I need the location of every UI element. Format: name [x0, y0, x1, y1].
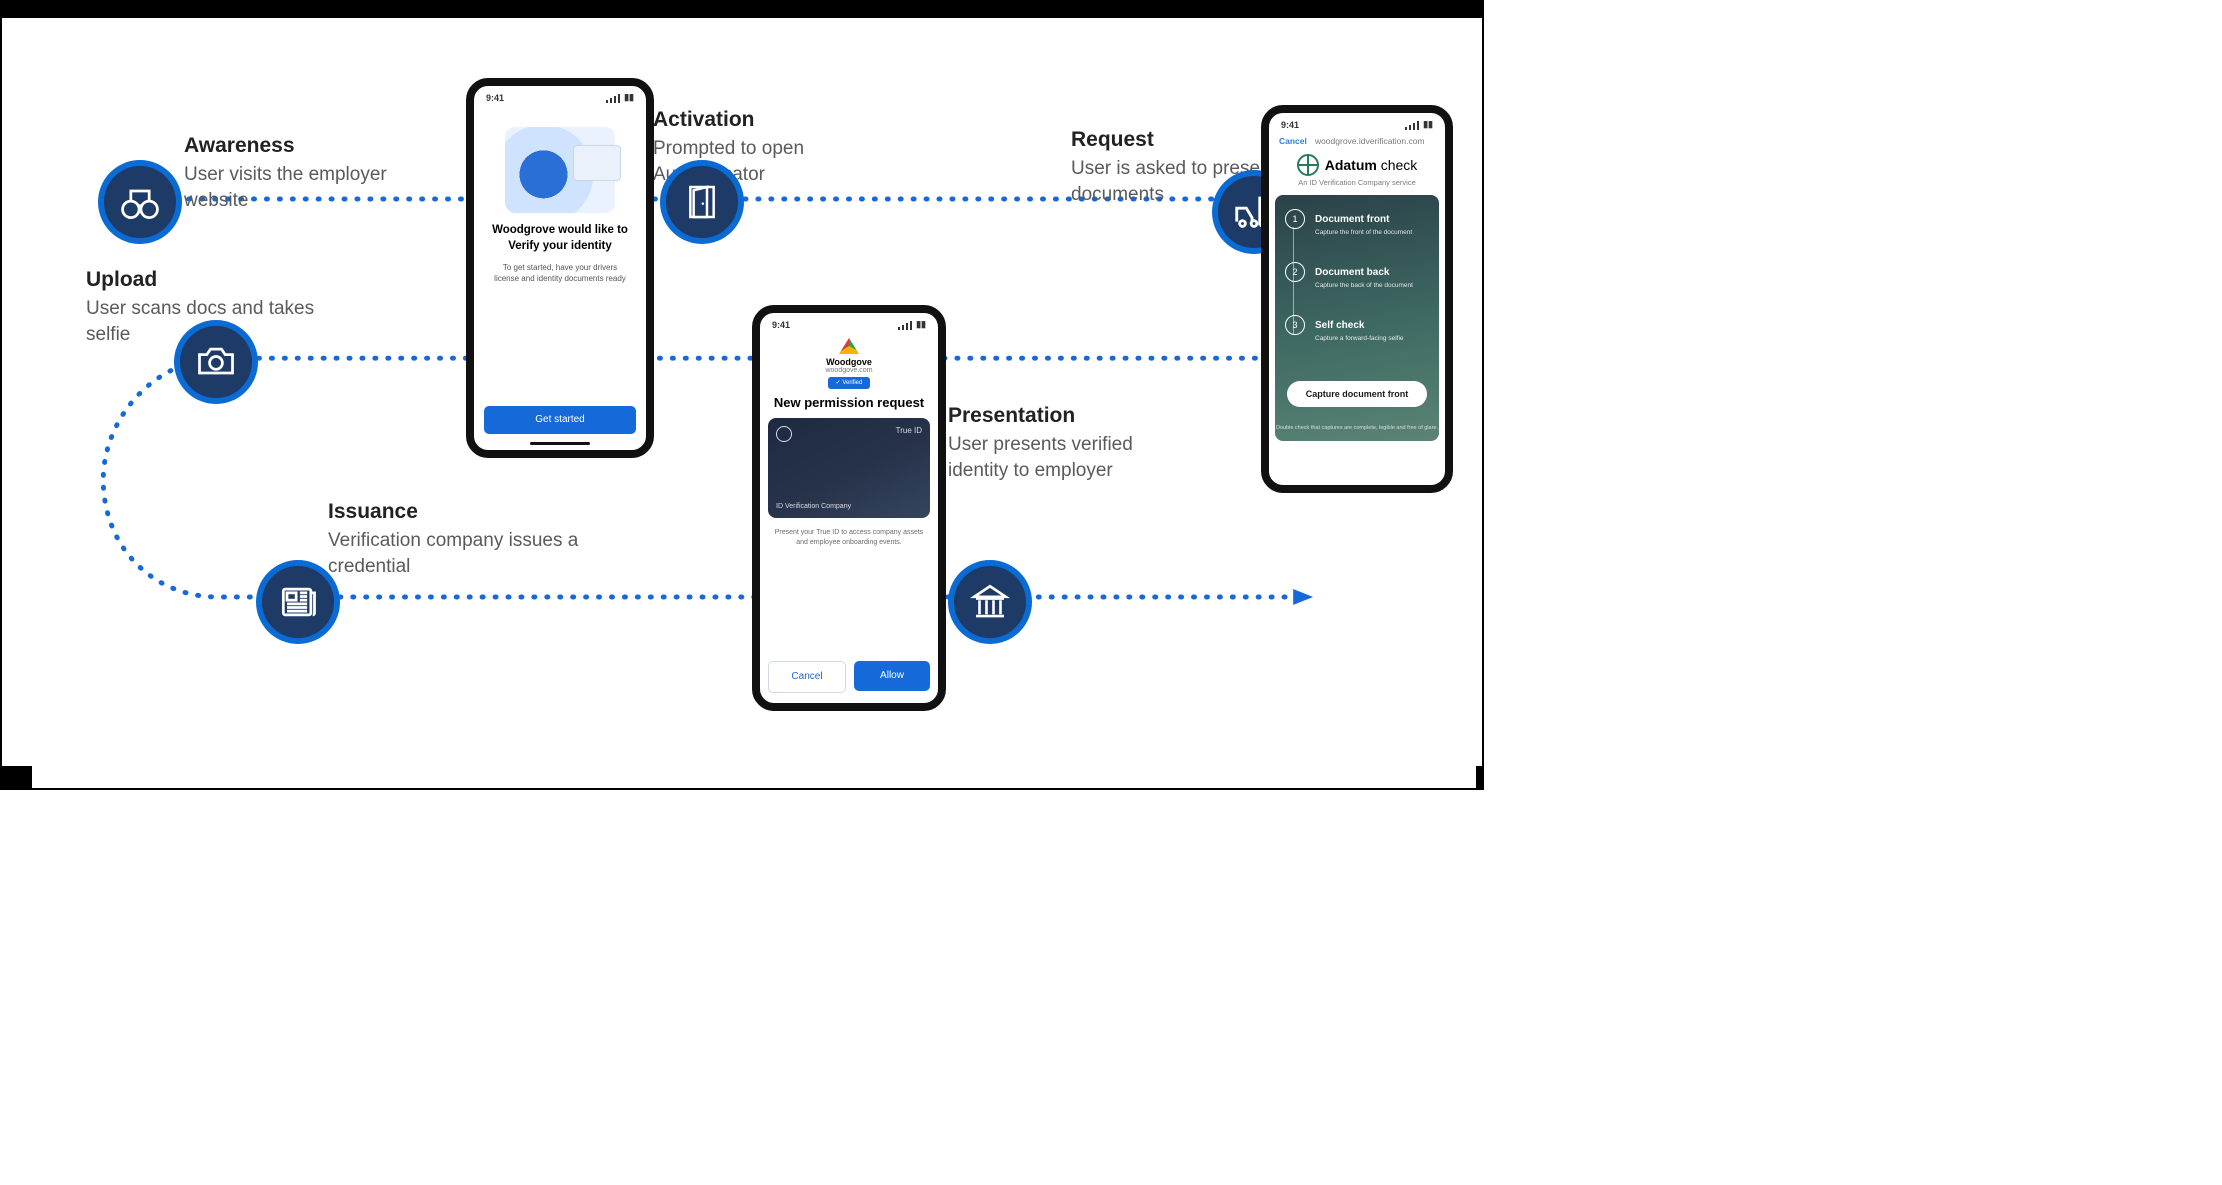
presentation-node: [948, 560, 1032, 644]
card-issuer: ID Verification Company: [776, 503, 851, 510]
phone-presentation: 9:41 ▮▮ Woodgove woodgove.com ✓ Verified…: [752, 305, 946, 711]
step-desc: User presents verified identity to emplo…: [948, 434, 1133, 481]
status-indicators-icon: ▮▮: [898, 319, 926, 330]
capture-button[interactable]: Capture document front: [1287, 381, 1427, 407]
step-issuance: Issuance Verification company issues a c…: [328, 498, 588, 580]
capture-step: 2Document backCapture the back of the do…: [1285, 262, 1429, 289]
capture-step: 3Self checkCapture a forward-facing self…: [1285, 315, 1429, 342]
issuance-node: [256, 560, 340, 644]
onboarding-illustration: [505, 127, 615, 213]
card-title: True ID: [896, 426, 922, 435]
status-time: 9:41: [1281, 120, 1299, 130]
brand-name: Adatum: [1325, 157, 1377, 173]
brand-subtitle: An ID Verification Company service: [1269, 178, 1445, 187]
verified-badge: ✓ Verified: [828, 377, 870, 389]
globe-icon: [776, 426, 792, 442]
brand-domain: woodgove.com: [760, 367, 938, 374]
phone-request: 9:41 ▮▮ Cancel woodgrove.idverification.…: [1261, 105, 1453, 493]
allow-button[interactable]: Allow: [854, 661, 930, 691]
binoculars-icon: [118, 180, 162, 224]
step-title: Awareness: [184, 132, 394, 160]
permission-heading: New permission request: [768, 395, 930, 410]
activation-node: [660, 160, 744, 244]
phone-statusbar: 9:41 ▮▮: [474, 86, 646, 105]
get-started-button[interactable]: Get started: [484, 406, 636, 434]
cancel-link[interactable]: Cancel: [1279, 136, 1307, 146]
phone1-body: To get started, have your drivers licens…: [490, 262, 630, 284]
permission-body: Present your True ID to access company a…: [772, 528, 926, 548]
phone-statusbar: 9:41 ▮▮: [1269, 113, 1445, 132]
browser-bar: Cancel woodgrove.idverification.com: [1269, 132, 1445, 150]
phone1-heading: Woodgrove would like to Verify your iden…: [492, 223, 628, 254]
newspaper-icon: [276, 580, 320, 624]
capture-step: 1Document frontCapture the front of the …: [1285, 209, 1429, 236]
step-presentation: Presentation User presents verified iden…: [948, 402, 1178, 484]
step-title: Request: [1071, 126, 1291, 154]
globe-icon: [1297, 154, 1319, 176]
step-title: Issuance: [328, 498, 588, 526]
step-desc: Verification company issues a credential: [328, 530, 578, 577]
status-indicators-icon: ▮▮: [606, 92, 634, 103]
diagram-frame: Awareness User visits the employer websi…: [0, 0, 1484, 790]
url-text: woodgrove.idverification.com: [1315, 136, 1425, 146]
capture-panel: 1Document frontCapture the front of the …: [1275, 195, 1439, 441]
brand-name: Woodgove: [760, 357, 938, 367]
adatum-logo: Adatum check: [1269, 154, 1445, 176]
status-time: 9:41: [486, 93, 504, 103]
brand-suffix: check: [1381, 157, 1418, 173]
step-title: Upload: [86, 266, 316, 294]
step-desc: User visits the employer website: [184, 164, 387, 211]
woodgove-logo-icon: [839, 338, 859, 354]
institution-icon: [969, 581, 1011, 623]
awareness-node: [98, 160, 182, 244]
status-time: 9:41: [772, 320, 790, 330]
corner-handle: [2, 766, 32, 788]
status-indicators-icon: ▮▮: [1405, 119, 1433, 130]
phone-awareness: 9:41 ▮▮ Woodgrove would like to Verify y…: [466, 78, 654, 458]
step-title: Activation: [653, 106, 883, 134]
credential-card: True ID ID Verification Company: [768, 418, 930, 518]
camera-icon: [194, 340, 238, 384]
door-icon: [682, 182, 722, 222]
step-title: Presentation: [948, 402, 1178, 430]
window-titlebar: [2, 2, 1482, 18]
upload-node: [174, 320, 258, 404]
cancel-button[interactable]: Cancel: [768, 661, 846, 693]
step-awareness: Awareness User visits the employer websi…: [184, 132, 394, 214]
corner-handle: [1476, 766, 1482, 788]
fineprint: Double check that captures are complete,…: [1275, 425, 1439, 431]
home-indicator: [530, 442, 590, 445]
phone-statusbar: 9:41 ▮▮: [760, 313, 938, 332]
